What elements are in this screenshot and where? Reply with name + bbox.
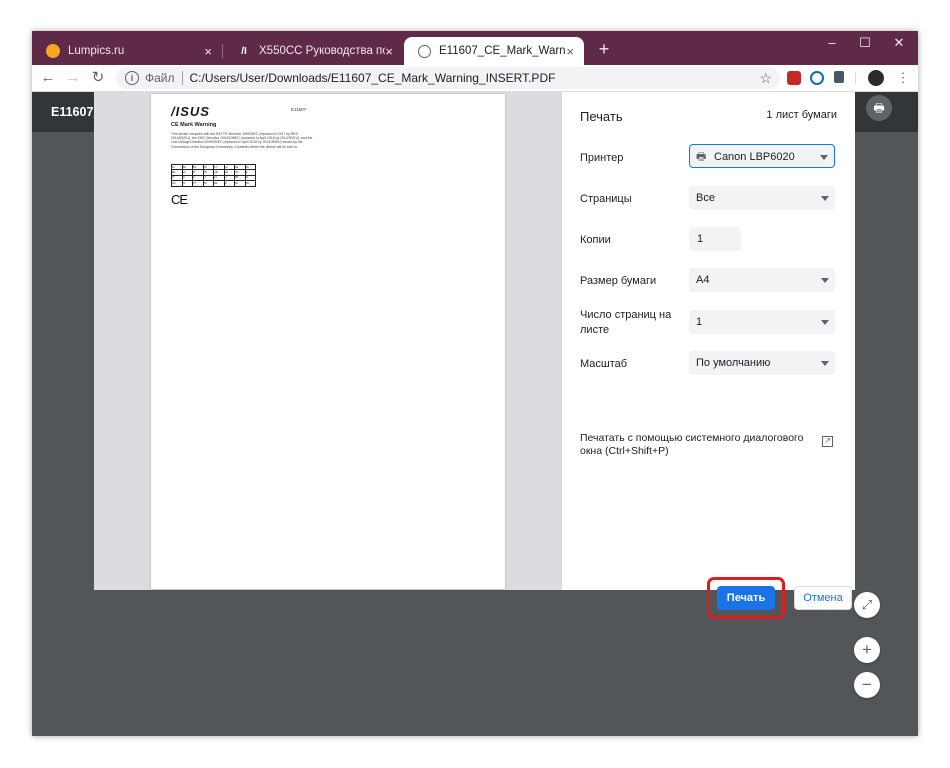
document-body: This device complies with the R&TTE Dire… — [171, 132, 313, 149]
globe-icon — [418, 44, 431, 58]
country-table: AT BE BG CH CY CZ DE DK EE ES FI FR GB GR HU IE IT IS LI… — [171, 163, 256, 187]
close-icon[interactable]: × — [566, 44, 574, 59]
tab-strip: Lumpics.ru × /I X550CC Руководства польз… — [32, 31, 918, 65]
printer-label: Принтер — [580, 152, 624, 164]
table-cell: RO — [202, 180, 214, 187]
pages-select[interactable]: Все — [689, 186, 835, 210]
close-icon[interactable]: × — [204, 44, 212, 59]
new-tab-button[interactable]: + — [594, 39, 614, 60]
document-code: E11607 — [291, 107, 307, 112]
preview-page: /ISUS E11607 CE Mark Warning This device… — [151, 94, 505, 589]
table-cell: SE — [213, 180, 225, 187]
tab-title: X550CC Руководства пользоват — [259, 45, 385, 57]
tab-title: E11607_CE_Mark_Warning_INSER — [439, 45, 566, 57]
pages-per-sheet-value: 1 — [696, 316, 703, 328]
chevron-down-icon — [821, 320, 829, 325]
table-cell: PT — [192, 180, 204, 187]
forward-arrow-icon[interactable]: → — [63, 68, 83, 88]
maximize-button[interactable]: ☐ — [850, 35, 880, 51]
address-bar[interactable]: i Файл C:/Users/User/Downloads/E11607_CE… — [116, 67, 780, 89]
chevron-down-icon — [821, 196, 829, 201]
paper-size-value: A4 — [696, 274, 710, 286]
zoom-out-button[interactable]: − — [854, 672, 880, 698]
system-dialog-link[interactable]: Печатать с помощью системного диалоговог… — [580, 432, 810, 458]
printer-icon: 🖶 — [696, 151, 707, 163]
sheet-count: 1 лист бумаги — [766, 109, 837, 121]
tab-asus-manuals[interactable]: /I X550CC Руководства пользоват × — [223, 37, 403, 65]
chevron-down-icon — [821, 278, 829, 283]
scale-select[interactable]: По умолчанию — [689, 351, 835, 375]
vpn-globe-icon[interactable] — [810, 71, 824, 85]
ce-mark: CE — [171, 192, 188, 207]
divider — [855, 72, 856, 84]
print-settings-panel: Печать 1 лист бумаги Принтер 🖶 Canon LBP… — [562, 92, 855, 619]
ublock-icon[interactable] — [787, 71, 801, 85]
pdf-print-icon[interactable]: 🖶 — [866, 95, 892, 121]
url-text[interactable]: C:/Users/User/Downloads/E11607_CE_Mark_W… — [190, 71, 556, 85]
open-in-new-icon[interactable]: ↗ — [822, 436, 833, 447]
cancel-button[interactable]: Отмена — [794, 586, 852, 610]
close-icon[interactable]: × — [385, 44, 393, 59]
minimize-button[interactable]: – — [817, 35, 847, 50]
printer-value: Canon LBP6020 — [714, 151, 795, 163]
asus-logo: /ISUS — [171, 104, 210, 119]
divider — [181, 71, 183, 85]
browser-window: Lumpics.ru × /I X550CC Руководства польз… — [32, 31, 918, 736]
table-cell: TR — [244, 180, 256, 187]
copies-input[interactable]: 1 — [689, 227, 741, 251]
reload-icon[interactable]: ↻ — [88, 68, 108, 88]
bookmark-star-icon[interactable]: ☆ — [759, 70, 772, 87]
fit-to-page-icon[interactable]: ⤢ — [854, 592, 880, 618]
tab-title: Lumpics.ru — [68, 45, 125, 57]
tab-pdf[interactable]: E11607_CE_Mark_Warning_INSER × — [404, 37, 584, 65]
printer-select[interactable]: 🖶 Canon LBP6020 — [689, 144, 835, 168]
pages-value: Все — [696, 192, 715, 204]
scale-value: По умолчанию — [696, 357, 771, 369]
table-cell: NO — [171, 180, 183, 187]
url-scheme: Файл — [145, 71, 175, 85]
close-window-button[interactable]: ✕ — [884, 35, 914, 51]
pages-per-sheet-select[interactable]: 1 — [689, 310, 835, 334]
pages-per-sheet-label: Число страниц на листе — [580, 309, 672, 336]
menu-dots-icon[interactable]: ⋮ — [893, 68, 913, 88]
info-icon[interactable]: i — [125, 71, 139, 85]
table-cell: SI — [223, 180, 235, 187]
print-dialog-title: Печать — [580, 109, 623, 124]
zoom-in-button[interactable]: + — [854, 637, 880, 663]
chevron-down-icon — [820, 155, 828, 160]
scale-label: Масштаб — [580, 358, 628, 370]
asus-icon: /I — [241, 45, 247, 57]
lumpics-icon — [46, 44, 60, 58]
browser-toolbar: ← → ↻ i Файл C:/Users/User/Downloads/E11… — [32, 65, 918, 92]
pages-label: Страницы — [580, 193, 632, 205]
extension-cube-icon[interactable] — [834, 71, 844, 83]
print-button[interactable]: Печать — [717, 586, 775, 610]
print-preview: /ISUS E11607 CE Mark Warning This device… — [94, 92, 562, 590]
copies-label: Копии — [580, 234, 611, 246]
tab-lumpics[interactable]: Lumpics.ru × — [32, 37, 222, 65]
paper-size-select[interactable]: A4 — [689, 268, 835, 292]
avatar[interactable] — [868, 70, 884, 86]
document-heading: CE Mark Warning — [171, 122, 217, 128]
table-cell: SK — [234, 180, 246, 187]
pdf-title: E11607_ — [51, 105, 101, 119]
table-cell: PL — [181, 180, 193, 187]
chevron-down-icon — [821, 361, 829, 366]
paper-size-label: Размер бумаги — [580, 275, 657, 287]
back-arrow-icon[interactable]: ← — [38, 68, 58, 88]
